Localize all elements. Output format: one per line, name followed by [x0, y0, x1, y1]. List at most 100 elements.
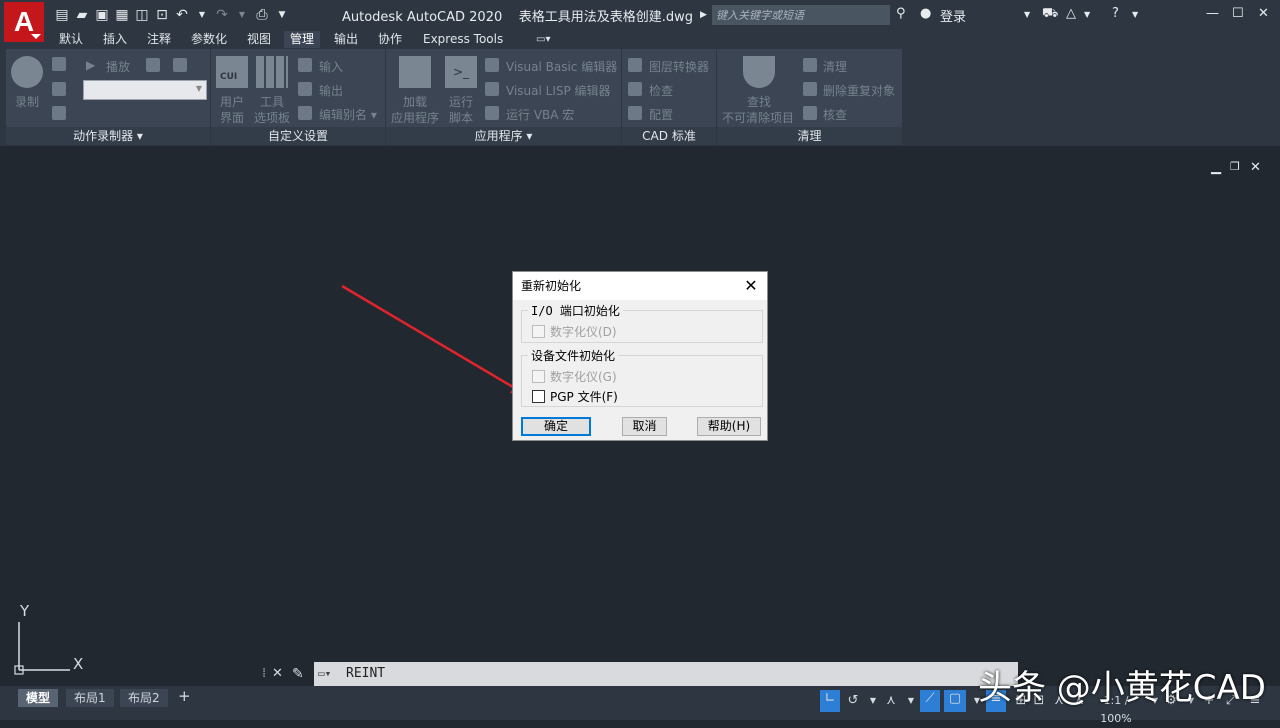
ok-button[interactable]: 确定 — [521, 417, 591, 436]
login-link[interactable]: 登录 — [940, 6, 966, 25]
load-app-line1[interactable]: 加载 — [403, 93, 427, 110]
add-layout-icon[interactable]: + — [178, 687, 191, 705]
open-web-icon[interactable]: ◫ — [134, 7, 150, 23]
command-input[interactable]: REINT — [346, 662, 385, 686]
play-button[interactable]: 播放 — [106, 58, 130, 75]
layer-translator-button[interactable]: 图层转换器 — [649, 58, 709, 75]
load-application-icon[interactable] — [399, 56, 431, 88]
manage-actions-icon[interactable] — [52, 106, 66, 120]
find-unpurgeable-line2[interactable]: 不可清除项目 — [722, 109, 794, 126]
run-script-line1[interactable]: 运行 — [449, 93, 473, 110]
user-interface-line2[interactable]: 界面 — [220, 109, 244, 126]
isodraft-dropdown-icon[interactable]: ▼ — [902, 692, 920, 710]
save-as-icon[interactable]: ▦ — [114, 7, 130, 23]
binoculars-icon[interactable]: ⚲ — [896, 6, 906, 21]
login-dropdown-icon[interactable]: ▼ — [1024, 10, 1030, 19]
connect-icon[interactable]: △ — [1066, 6, 1076, 21]
redo-dropdown-icon[interactable]: ▼ — [234, 7, 250, 23]
drawing-restore-icon[interactable]: ❐ — [1230, 160, 1240, 173]
user-interface-line1[interactable]: 用户 — [220, 93, 244, 110]
open-folder-icon[interactable]: ▰ — [74, 7, 90, 23]
undo-dropdown-icon[interactable]: ▼ — [194, 7, 210, 23]
object-snap-tracking-icon[interactable]: ⟋ — [920, 690, 940, 712]
load-app-line2[interactable]: 应用程序 — [391, 109, 439, 126]
configure-icon[interactable] — [628, 106, 642, 120]
help-dropdown-icon[interactable]: ▼ — [1132, 10, 1138, 19]
plot-icon[interactable]: ⎙ — [254, 7, 270, 23]
store-icon[interactable]: ⛟ — [1042, 6, 1058, 23]
maximize-icon[interactable]: ☐ — [1232, 6, 1244, 21]
purge-button[interactable]: 清理 — [823, 58, 847, 75]
purge-icon[interactable] — [803, 58, 817, 72]
check-button[interactable]: 检查 — [649, 82, 673, 99]
polar-tracking-icon[interactable]: ↺ — [844, 692, 862, 710]
import-button[interactable]: 输入 — [319, 58, 343, 75]
new-file-icon[interactable]: ▤ — [54, 7, 70, 23]
tab-annotate[interactable]: 注释 — [141, 31, 177, 48]
tab-insert[interactable]: 插入 — [97, 31, 133, 48]
lisp-editor-button[interactable]: Visual LISP 编辑器 — [506, 82, 611, 99]
pgp-file-label[interactable]: PGP 文件(F) — [550, 388, 618, 405]
redo-icon[interactable]: ↷ — [214, 7, 230, 23]
cancel-button[interactable]: 取消 — [622, 417, 667, 436]
close-icon[interactable]: ✕ — [1258, 6, 1269, 21]
tool-palettes-line2[interactable]: 选项板 — [254, 109, 290, 126]
run-vba-button[interactable]: 运行 VBA 宏 — [506, 106, 574, 123]
dialog-close-icon[interactable]: ✕ — [741, 276, 761, 296]
vba-editor-icon[interactable] — [485, 58, 499, 72]
panel-title-cleanup[interactable]: 清理 — [717, 127, 902, 145]
command-prompt-icon[interactable]: ▭▾ — [318, 662, 331, 686]
record-icon[interactable] — [11, 56, 43, 88]
help-button[interactable]: 帮助(H) — [697, 417, 761, 436]
undo-icon[interactable]: ↶ — [174, 7, 190, 23]
layout-tab-layout1[interactable]: 布局1 — [66, 689, 114, 707]
import-icon[interactable] — [298, 58, 312, 72]
object-snap-icon[interactable]: ▢ — [944, 690, 966, 712]
run-script-icon[interactable]: >_ — [445, 56, 477, 88]
command-line[interactable]: ▭▾ REINT — [314, 662, 1018, 686]
play-icon[interactable]: ▶ — [86, 58, 95, 72]
search-expand-icon[interactable]: ▶ — [700, 10, 707, 20]
minimize-icon[interactable]: — — [1206, 6, 1219, 21]
overkill-icon[interactable] — [803, 82, 817, 96]
vba-editor-button[interactable]: Visual Basic 编辑器 — [506, 58, 617, 75]
insert-message-icon[interactable] — [52, 57, 66, 71]
lisp-editor-icon[interactable] — [485, 82, 499, 96]
drawing-minimize-icon[interactable]: ▁ — [1211, 160, 1221, 175]
tab-express-tools[interactable]: Express Tools — [417, 31, 509, 48]
panel-title-action-recorder[interactable]: 动作录制器 ▾ — [6, 127, 210, 145]
tab-default[interactable]: 默认 — [53, 31, 89, 48]
layout-tab-model[interactable]: 模型 — [18, 689, 59, 707]
panel-title-applications[interactable]: 应用程序 ▾ — [386, 127, 621, 145]
tab-view[interactable]: 视图 — [241, 31, 277, 48]
configure-button[interactable]: 配置 — [649, 106, 673, 123]
drawing-close-icon[interactable]: ✕ — [1250, 160, 1261, 175]
command-customize-icon[interactable]: ✎ — [292, 666, 304, 682]
run-script-line2[interactable]: 脚本 — [449, 109, 473, 126]
export-button[interactable]: 输出 — [319, 82, 343, 99]
audit-icon[interactable] — [803, 106, 817, 120]
share-icon[interactable]: ⊡ — [154, 7, 170, 23]
snap-mode-icon[interactable]: ∟ — [820, 690, 840, 712]
polar-dropdown-icon[interactable]: ▼ — [864, 692, 882, 710]
save-icon[interactable]: ▣ — [94, 7, 110, 23]
edit-aliases-button[interactable]: 编辑别名 ▾ — [319, 106, 377, 123]
action-macro-select[interactable]: ▼ — [83, 80, 207, 100]
layout-tab-layout2[interactable]: 布局2 — [120, 689, 168, 707]
tab-output[interactable]: 输出 — [328, 31, 364, 48]
find-unpurgeable-icon[interactable] — [743, 56, 775, 88]
qat-customize-icon[interactable]: ▼ — [274, 7, 290, 23]
help-icon[interactable]: ? — [1112, 6, 1119, 21]
run-vba-icon[interactable] — [485, 106, 499, 120]
layer-translator-icon[interactable] — [628, 58, 642, 72]
application-menu-button[interactable]: A — [4, 2, 44, 42]
tab-manage[interactable]: 管理 — [284, 31, 321, 48]
tool-palettes-icon[interactable] — [256, 56, 288, 88]
overkill-button[interactable]: 删除重复对象 — [823, 82, 895, 99]
save-action-icon[interactable] — [146, 58, 160, 72]
audit-button[interactable]: 核查 — [823, 106, 847, 123]
find-unpurgeable-line1[interactable]: 查找 — [747, 93, 771, 110]
isodraft-icon[interactable]: ⋏ — [882, 692, 900, 710]
tool-palettes-line1[interactable]: 工具 — [260, 93, 284, 110]
user-icon[interactable]: ● — [920, 6, 931, 21]
